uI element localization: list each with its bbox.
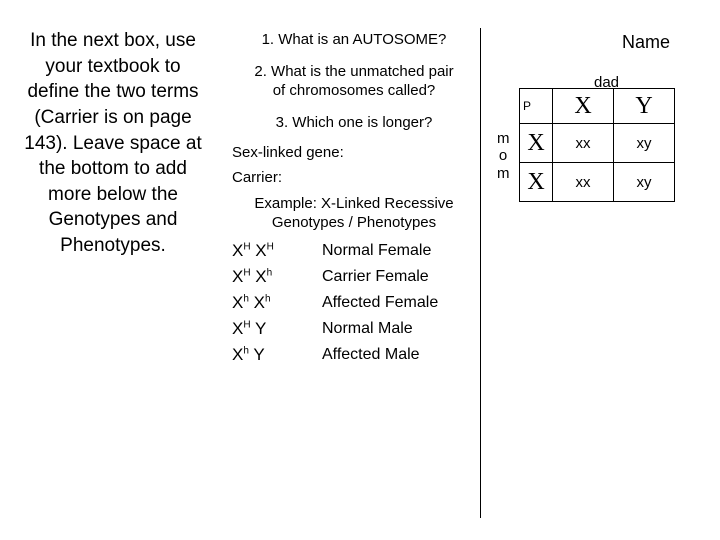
p-label: P — [520, 89, 553, 124]
phenotype: Affected Male — [322, 346, 420, 364]
gp-row: Xh Xh Affected Female — [232, 293, 476, 313]
col-header-y: Y — [614, 89, 675, 124]
genotype: Xh Xh — [232, 293, 322, 313]
punnett-square: P X Y X xx xy X xx xy — [519, 88, 675, 202]
gp-row: XH Y Normal Male — [232, 319, 476, 339]
genotype: XH XH — [232, 241, 322, 261]
def-sexlinked: Sex-linked gene: — [232, 144, 476, 163]
name-label: Name — [622, 32, 670, 53]
question-3: 3. Which one is longer? — [228, 111, 480, 143]
example-line2: Genotypes / Phenotypes — [232, 213, 476, 233]
row-header-1: X — [520, 124, 553, 163]
gp-row: XH Xh Carrier Female — [232, 267, 476, 287]
genotype-phenotype-list: XH XH Normal Female XH Xh Carrier Female… — [228, 233, 480, 365]
gp-row: Xh Y Affected Male — [232, 345, 476, 365]
example-line1: Example: X-Linked Recessive — [232, 194, 476, 214]
cell-2-2: xy — [614, 163, 675, 202]
gp-row: XH XH Normal Female — [232, 241, 476, 261]
middle-column: 1. What is an AUTOSOME? 2. What is the u… — [228, 28, 481, 518]
row-header-2: X — [520, 163, 553, 202]
question-1: 1. What is an AUTOSOME? — [228, 28, 480, 60]
genotype: XH Xh — [232, 267, 322, 287]
def-carrier: Carrier: — [232, 169, 476, 188]
genotype: XH Y — [232, 319, 322, 339]
question-2: 2. What is the unmatched pair of chromos… — [228, 60, 480, 111]
col-header-x: X — [553, 89, 614, 124]
genotype: Xh Y — [232, 345, 322, 365]
instruction-text: In the next box, use your textbook to de… — [18, 28, 208, 259]
phenotype: Normal Male — [322, 320, 413, 338]
mom-label: mom — [497, 130, 509, 182]
cell-1-1: xx — [553, 124, 614, 163]
phenotype: Affected Female — [322, 294, 438, 312]
phenotype: Carrier Female — [322, 268, 429, 286]
cell-1-2: xy — [614, 124, 675, 163]
cell-2-1: xx — [553, 163, 614, 202]
phenotype: Normal Female — [322, 242, 431, 260]
